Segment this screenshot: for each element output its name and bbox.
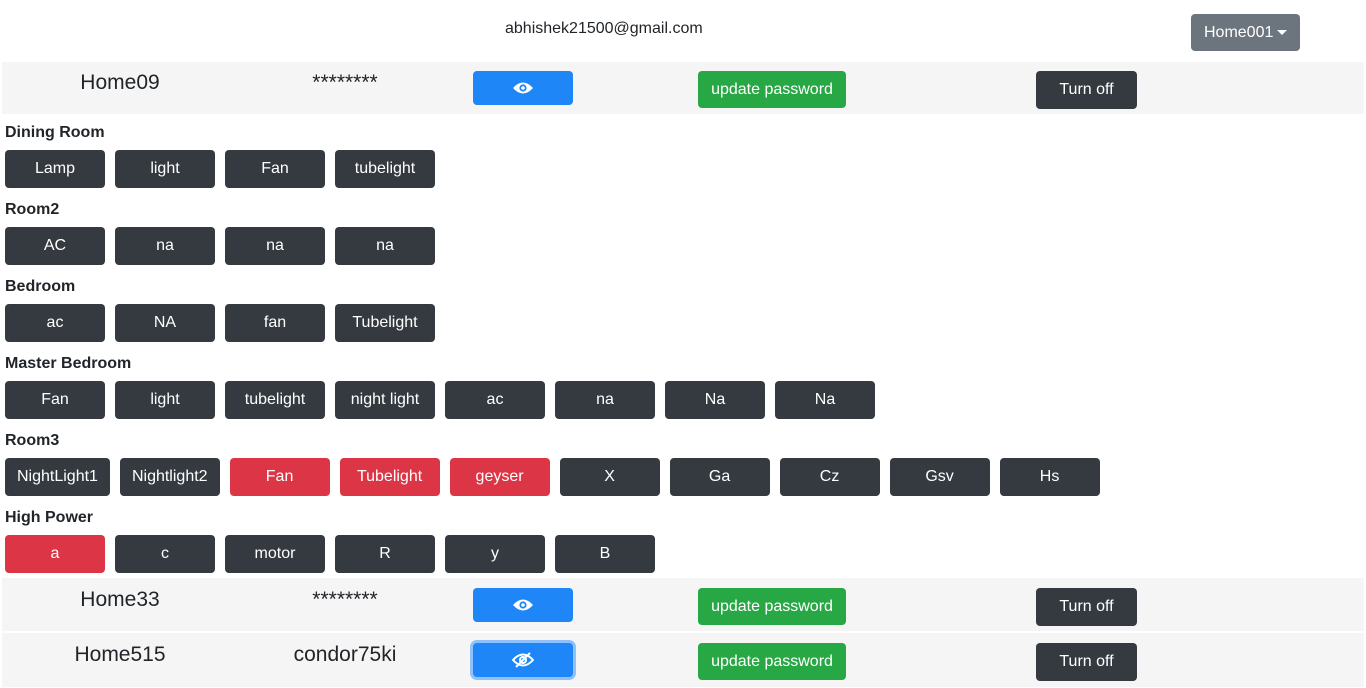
show-password-button[interactable]: [473, 588, 573, 622]
device-button[interactable]: a: [5, 535, 105, 573]
home-password: ********: [312, 71, 378, 94]
device-button[interactable]: Na: [775, 381, 875, 419]
turn-off-button[interactable]: Turn off: [1036, 643, 1137, 681]
home-row: Home515 condor75ki update password Turn …: [2, 633, 1364, 687]
device-button[interactable]: AC: [5, 227, 105, 265]
home-name: Home33: [80, 588, 160, 611]
device-button[interactable]: Cz: [779, 458, 880, 496]
device-button[interactable]: na: [225, 227, 325, 265]
device-button[interactable]: Tubelight: [335, 304, 435, 342]
device-button[interactable]: na: [335, 227, 435, 265]
show-password-button[interactable]: [473, 71, 573, 105]
device-button[interactable]: Hs: [999, 458, 1100, 496]
home-password: ********: [312, 588, 378, 611]
room-devices: Lamp light Fan tubelight: [5, 150, 435, 188]
turn-off-button[interactable]: Turn off: [1036, 71, 1137, 109]
room-devices: Fan light tubelight night light ac na Na…: [5, 381, 875, 419]
device-button[interactable]: Nightlight2: [119, 458, 220, 496]
device-button[interactable]: Fan: [229, 458, 330, 496]
device-button[interactable]: X: [559, 458, 660, 496]
room-title: Bedroom: [5, 278, 76, 295]
device-button[interactable]: na: [555, 381, 655, 419]
device-button[interactable]: Ga: [669, 458, 770, 496]
device-button[interactable]: c: [115, 535, 215, 573]
device-button[interactable]: night light: [335, 381, 435, 419]
room-title: Room2: [5, 201, 60, 218]
turn-off-button[interactable]: Turn off: [1036, 588, 1137, 626]
home-select-label: Home001: [1204, 23, 1274, 41]
room-devices: a c motor R y B: [5, 535, 655, 573]
room-title: Dining Room: [5, 124, 105, 141]
device-button[interactable]: tubelight: [225, 381, 325, 419]
device-button[interactable]: na: [115, 227, 215, 265]
room-devices: ac NA fan Tubelight: [5, 304, 435, 342]
device-button[interactable]: light: [115, 381, 215, 419]
room-title: Room3: [5, 432, 60, 449]
home-row: Home33 ******** update password Turn off: [2, 578, 1364, 631]
home-row: Home09 ******** update password Turn off: [2, 62, 1364, 114]
home-name: Home09: [80, 71, 160, 94]
update-password-button[interactable]: update password: [698, 71, 846, 108]
top-bar: abhishek21500@gmail.com Home001: [0, 0, 1366, 60]
user-email: abhishek21500@gmail.com: [505, 20, 703, 37]
device-button[interactable]: Tubelight: [339, 458, 440, 496]
device-button[interactable]: R: [335, 535, 435, 573]
home-select-dropdown[interactable]: Home001: [1191, 14, 1300, 51]
home-password: condor75ki: [293, 643, 397, 666]
eye-slash-icon: [512, 652, 534, 668]
device-button[interactable]: ac: [445, 381, 545, 419]
device-button[interactable]: tubelight: [335, 150, 435, 188]
eye-icon: [512, 81, 534, 95]
room-title: High Power: [5, 509, 94, 526]
device-button[interactable]: fan: [225, 304, 325, 342]
home-name: Home515: [74, 643, 166, 666]
device-button[interactable]: NA: [115, 304, 215, 342]
device-button[interactable]: Gsv: [889, 458, 990, 496]
device-button[interactable]: Lamp: [5, 150, 105, 188]
device-button[interactable]: Fan: [225, 150, 325, 188]
device-button[interactable]: motor: [225, 535, 325, 573]
update-password-button[interactable]: update password: [698, 588, 846, 625]
device-button[interactable]: y: [445, 535, 545, 573]
room-devices: AC na na na: [5, 227, 435, 265]
update-password-button[interactable]: update password: [698, 643, 846, 680]
device-button[interactable]: Na: [665, 381, 765, 419]
hide-password-button[interactable]: [473, 643, 573, 677]
device-button[interactable]: B: [555, 535, 655, 573]
device-button[interactable]: light: [115, 150, 215, 188]
device-button[interactable]: geyser: [449, 458, 550, 496]
eye-icon: [512, 598, 534, 612]
device-button[interactable]: NightLight1: [5, 458, 110, 496]
room-title: Master Bedroom: [5, 355, 132, 372]
caret-down-icon: [1277, 30, 1288, 35]
device-button[interactable]: Fan: [5, 381, 105, 419]
device-button[interactable]: ac: [5, 304, 105, 342]
room-devices: NightLight1 Nightlight2 Fan Tubelight ge…: [5, 458, 1100, 496]
